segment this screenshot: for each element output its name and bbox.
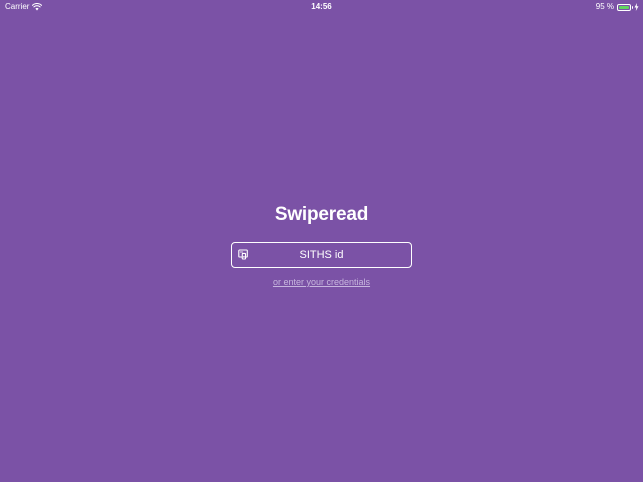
enter-credentials-link[interactable]: or enter your credentials <box>0 277 643 288</box>
battery-percent: 95 % <box>595 2 614 11</box>
battery-level-fill <box>619 5 629 9</box>
status-bar: Carrier 14:56 95 % <box>0 0 643 14</box>
login-screen: { "status_bar": { "carrier": "Carrier", … <box>0 0 643 482</box>
battery-nub <box>631 6 633 9</box>
app-title: Swiperead <box>274 204 369 225</box>
siths-id-button-label: SITHS id <box>299 248 344 261</box>
siths-id-button[interactable]: SITHS id <box>231 242 412 268</box>
charging-icon <box>634 3 639 11</box>
battery-indicator: 95 % <box>596 2 639 12</box>
status-time: 14:56 <box>311 2 332 11</box>
battery-icon <box>617 3 633 11</box>
